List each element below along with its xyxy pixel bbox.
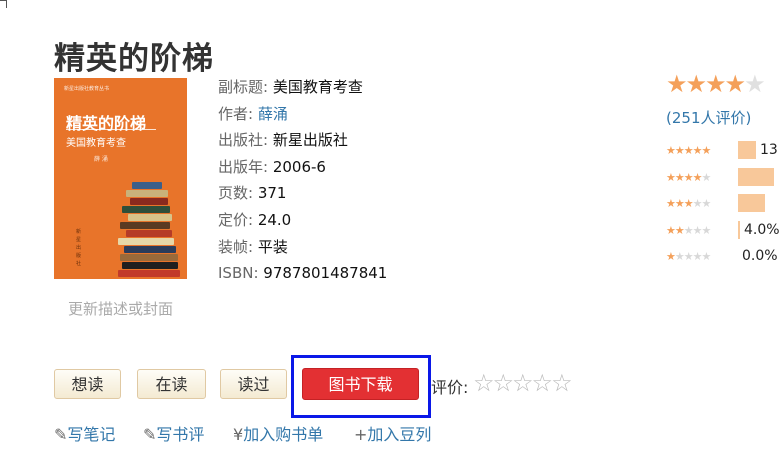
add-doulist-link[interactable]: +加入豆列: [354, 421, 431, 445]
meta-label: 页数:: [218, 184, 254, 203]
meta-author-row: 作者: 薛涌: [218, 101, 387, 128]
rating-summary: ★★★★★ (251人评价): [666, 70, 780, 128]
yen-icon: ¥: [233, 425, 244, 444]
meta-label: 出版社:: [218, 131, 269, 150]
author-link[interactable]: 薛涌: [253, 105, 288, 123]
cover-author: 薛 涌: [94, 156, 108, 163]
rate-star-1-icon[interactable]: ☆: [473, 369, 494, 397]
rate-star-4-icon[interactable]: ☆: [532, 369, 553, 397]
meta-publisher-row: 出版社: 新星出版社: [218, 127, 387, 154]
my-rating-stars[interactable]: ☆☆☆☆☆: [473, 369, 573, 397]
write-note-link[interactable]: ✎写笔记: [54, 421, 115, 445]
meta-value: 9787801487841: [258, 264, 388, 283]
rating-count-link[interactable]: (251人评价): [666, 107, 780, 128]
meta-value: 371: [253, 184, 287, 203]
add-doulist-label: 加入豆列: [367, 425, 432, 444]
page-title: 精英的阶梯: [54, 40, 214, 77]
meta-year-row: 出版年: 2006-6: [218, 154, 387, 181]
cover-subtitle: 美国教育考查: [66, 138, 126, 149]
window-corner-mark-2: [3, 0, 7, 8]
meta-value: 2006-6: [268, 157, 326, 176]
meta-label: 作者:: [218, 104, 254, 123]
meta-binding-row: 装帧: 平装: [218, 234, 387, 261]
meta-label: 装帧:: [218, 237, 254, 256]
pencil-icon: ✎: [143, 425, 157, 444]
dist-stars-icon: ★★★★★: [666, 144, 711, 157]
meta-value: 新星出版社: [268, 131, 348, 150]
meta-subtitle-row: 副标题: 美国教育考查: [218, 74, 387, 101]
book-download-button[interactable]: 图书下载: [302, 368, 419, 400]
book-cover-image[interactable]: 新星出版社教育丛书 精英的阶梯 美国教育考查 薛 涌 新星出版社: [54, 78, 187, 279]
want-read-button[interactable]: 想读: [54, 369, 121, 399]
write-note-label: 写笔记: [67, 425, 116, 444]
cover-divider: [66, 129, 156, 130]
dist-bar: [738, 220, 740, 239]
cover-series-text: 新星出版社教育丛书: [64, 86, 110, 92]
meta-value: 平装: [253, 237, 288, 256]
meta-value: 美国教育考查: [268, 78, 363, 96]
my-rating-label: 评价:: [431, 378, 469, 397]
reading-button[interactable]: 在读: [137, 369, 206, 399]
dist-stars-icon: ★★★★★: [666, 223, 711, 237]
dist-bar: [738, 141, 756, 159]
cover-publisher-vertical: 新星出版社: [76, 229, 82, 267]
read-button[interactable]: 读过: [220, 369, 287, 399]
meta-label: 副标题:: [218, 78, 269, 96]
update-description-link[interactable]: 更新描述或封面: [68, 298, 173, 319]
meta-pages-row: 页数: 371: [218, 180, 387, 207]
meta-value: 24.0: [253, 210, 292, 229]
dist-bar: [738, 194, 765, 212]
rate-star-2-icon[interactable]: ☆: [493, 369, 514, 397]
meta-label: ISBN:: [218, 264, 259, 283]
meta-isbn-row: ISBN: 9787801487841: [218, 260, 387, 287]
dist-percent: 13: [760, 142, 778, 158]
rate-star-5-icon[interactable]: ☆: [551, 369, 572, 397]
dist-stars-icon: ★★★★★: [666, 197, 711, 210]
dist-bar: [738, 167, 774, 186]
cover-title: 精英的阶梯: [66, 114, 147, 133]
rate-star-3-icon[interactable]: ☆: [512, 369, 533, 397]
plus-icon: +: [354, 425, 368, 444]
add-cart-label: 加入购书单: [243, 425, 324, 444]
book-stack-illustration: [118, 182, 182, 279]
write-review-link[interactable]: ✎写书评: [143, 421, 204, 445]
book-meta-info: 副标题: 美国教育考查 作者: 薛涌 出版社: 新星出版社 出版年: 2006-…: [218, 74, 387, 287]
dist-stars-icon: ★★★★★: [666, 170, 711, 184]
meta-label: 定价:: [218, 210, 254, 229]
pencil-icon: ✎: [54, 425, 68, 444]
dist-percent: 0.0%: [742, 248, 778, 264]
add-cart-link[interactable]: ¥加入购书单: [233, 421, 323, 445]
meta-label: 出版年:: [218, 157, 269, 176]
dist-percent: 4.0%: [744, 221, 780, 238]
dist-stars-icon: ★★★★★: [666, 250, 711, 263]
meta-price-row: 定价: 24.0: [218, 207, 387, 234]
average-rating-stars-icon: ★★★★★: [666, 70, 766, 98]
write-review-label: 写书评: [156, 425, 205, 444]
